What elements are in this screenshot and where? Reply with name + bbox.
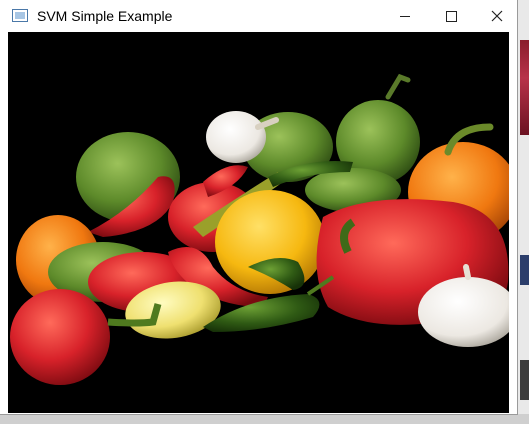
image-canvas[interactable] [8,32,509,413]
maximize-button[interactable] [428,0,474,32]
background-window-thumbnail [520,255,529,285]
minimize-button[interactable] [382,0,428,32]
peppers-image [10,73,509,385]
close-button[interactable] [474,0,520,32]
garlic-bulb [206,111,266,163]
background-desktop-bottom [0,414,529,424]
red-bell-pepper [10,289,110,385]
background-desktop [517,0,529,424]
minimize-icon [400,15,410,17]
app-window: SVM Simple Example [0,0,517,414]
yellow-bell-pepper [215,190,325,294]
window-app-icon[interactable] [12,9,28,22]
close-icon [491,10,503,22]
maximize-icon [445,10,457,22]
background-window-thumbnail [520,360,529,400]
background-window-thumbnail [520,40,529,135]
title-bar[interactable]: SVM Simple Example [0,0,517,32]
window-title: SVM Simple Example [37,8,173,24]
